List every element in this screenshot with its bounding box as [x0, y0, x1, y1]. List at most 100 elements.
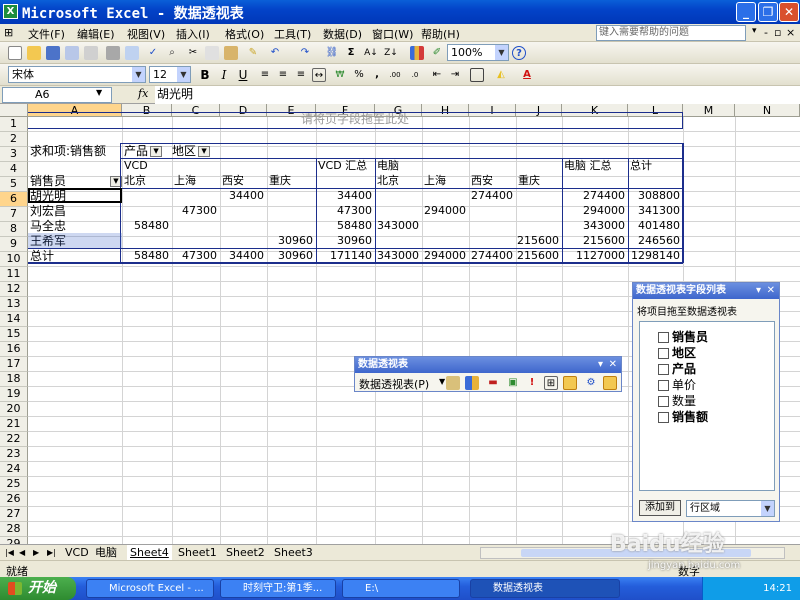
paste-icon[interactable]: [224, 46, 238, 60]
salesperson-name[interactable]: 马全忠: [30, 219, 66, 233]
row-header[interactable]: 22: [0, 432, 28, 447]
align-right-icon[interactable]: ≡: [294, 68, 308, 82]
pivot-value-cell[interactable]: 341300: [628, 204, 680, 218]
cut-icon[interactable]: ✂: [186, 46, 200, 60]
sheet-tab-sheet4[interactable]: Sheet4: [127, 545, 172, 560]
font-dropdown-icon[interactable]: ▼: [132, 67, 145, 82]
format-painter-icon[interactable]: ✎: [246, 46, 260, 60]
hyperlink-icon[interactable]: ⛓: [325, 46, 339, 60]
sheet-tab-vcd[interactable]: VCD: [62, 545, 92, 560]
restore-button[interactable]: ❐: [758, 2, 778, 22]
include-hidden-icon[interactable]: ⊞: [544, 376, 558, 390]
salesperson-name[interactable]: 刘宏昌: [30, 204, 66, 218]
pivot-value-cell[interactable]: 294000: [422, 204, 466, 218]
borders-icon[interactable]: [470, 68, 484, 82]
product-dropdown-icon[interactable]: ▼: [150, 146, 163, 157]
pivot-toolbar-close-icon[interactable]: ✕: [609, 357, 617, 373]
increase-decimal-icon[interactable]: .00: [388, 68, 402, 82]
percent-icon[interactable]: %: [352, 68, 366, 82]
pivot-value-cell[interactable]: 401480: [628, 219, 680, 233]
field-list-options-icon[interactable]: ▾: [756, 283, 761, 299]
pc-total-header[interactable]: 电脑 汇总: [564, 159, 612, 173]
pivot-value-cell[interactable]: 30960: [316, 234, 372, 248]
email-icon[interactable]: [84, 46, 98, 60]
increase-indent-icon[interactable]: ⇥: [448, 68, 462, 82]
field-list-title-bar[interactable]: 数据透视表字段列表 ▾ ✕: [633, 283, 779, 299]
row-header[interactable]: 26: [0, 492, 28, 507]
row-header[interactable]: 4: [0, 162, 28, 177]
spelling-icon[interactable]: ✓: [146, 46, 160, 60]
always-display-items-icon[interactable]: [563, 376, 577, 390]
autosum-icon[interactable]: Σ: [344, 46, 358, 60]
menu-view[interactable]: 视图(V): [127, 26, 165, 42]
sheet-tab-pc[interactable]: 电脑: [92, 545, 120, 560]
menu-file[interactable]: 文件(F): [28, 26, 65, 42]
font-select[interactable]: 宋体 ▼: [8, 66, 146, 83]
area-select[interactable]: 行区域 ▼: [686, 500, 775, 517]
decrease-decimal-icon[interactable]: .0: [408, 68, 422, 82]
grand-total-label[interactable]: 总计: [30, 249, 54, 263]
drawing-icon[interactable]: ✐: [430, 46, 444, 60]
row-header[interactable]: 7: [0, 207, 28, 222]
research-icon[interactable]: ⌕: [165, 46, 179, 60]
formula-input[interactable]: 胡光明: [155, 86, 800, 104]
column-field-region[interactable]: 地区 ▼: [172, 144, 211, 158]
field-list-item[interactable]: 产品: [658, 360, 696, 377]
doc-close-button[interactable]: ×: [786, 26, 795, 39]
region-header[interactable]: 西安: [471, 174, 493, 188]
row-header[interactable]: 2: [0, 132, 28, 147]
excel-app-icon[interactable]: X: [3, 4, 18, 19]
column-header-m[interactable]: M: [683, 104, 735, 117]
row-header[interactable]: 9: [0, 237, 28, 252]
name-box-dropdown-icon[interactable]: ▼: [96, 88, 102, 97]
menu-tools[interactable]: 工具(T): [274, 26, 311, 42]
refresh-data-icon[interactable]: !: [525, 376, 539, 390]
vcd-total-header[interactable]: VCD 汇总: [318, 159, 367, 173]
add-to-button[interactable]: 添加到: [639, 500, 681, 516]
pivot-menu-dropdown-icon[interactable]: ▼: [439, 377, 445, 386]
pivot-value-cell[interactable]: 215600: [562, 234, 625, 248]
field-settings-icon[interactable]: ⚙: [584, 376, 598, 390]
help-dropdown-icon[interactable]: ▾: [752, 26, 757, 36]
row-header[interactable]: 14: [0, 312, 28, 327]
next-sheet-icon[interactable]: ▶: [30, 545, 42, 560]
pivot-value-cell[interactable]: 30960: [267, 234, 313, 248]
print-icon[interactable]: [106, 46, 120, 60]
sort-asc-icon[interactable]: A↓: [364, 46, 378, 60]
last-sheet-icon[interactable]: ▶|: [44, 545, 59, 560]
menu-icon[interactable]: ⊞: [4, 26, 13, 39]
undo-icon[interactable]: ↶: [268, 46, 282, 60]
row-header[interactable]: 19: [0, 387, 28, 402]
pivot-value-cell[interactable]: 30960: [267, 249, 313, 263]
pivot-value-cell[interactable]: 58480: [316, 219, 372, 233]
pivot-value-cell[interactable]: 215600: [516, 234, 559, 248]
region-header[interactable]: 上海: [174, 174, 196, 188]
row-header[interactable]: 21: [0, 417, 28, 432]
sheet-tab-sheet3[interactable]: Sheet3: [271, 545, 316, 560]
pivot-value-cell[interactable]: 308800: [628, 189, 680, 203]
pivot-value-cell[interactable]: 34400: [316, 189, 372, 203]
row-header[interactable]: 3: [0, 147, 28, 162]
pivot-value-cell[interactable]: 274400: [562, 189, 625, 203]
pivot-toolbar-title-bar[interactable]: 数据透视表 ▾ ✕: [355, 357, 621, 373]
chart-wizard-icon[interactable]: [410, 46, 424, 60]
region-dropdown-icon[interactable]: ▼: [198, 146, 211, 157]
field-list-box[interactable]: 销售员 地区 产品 单价 数量 销售额: [639, 321, 775, 491]
taskbar-item-explorer[interactable]: E:\: [342, 579, 460, 598]
page-field-drop-zone[interactable]: 请将页字段拖至此处: [30, 112, 680, 126]
area-dropdown-icon[interactable]: ▼: [761, 501, 774, 516]
sheet-tab-sheet1[interactable]: Sheet1: [175, 545, 220, 560]
minimize-button[interactable]: _: [736, 2, 756, 22]
field-list-item[interactable]: 销售额: [658, 408, 708, 425]
sort-desc-icon[interactable]: Z↓: [384, 46, 398, 60]
menu-window[interactable]: 窗口(W): [372, 26, 413, 42]
pivot-value-cell[interactable]: 294000: [422, 249, 466, 263]
field-list-item[interactable]: 销售员: [658, 328, 708, 345]
taskbar-item-video[interactable]: 时刻守卫:第1季...: [220, 579, 336, 598]
region-header[interactable]: 西安: [222, 174, 244, 188]
redo-icon[interactable]: ↷: [298, 46, 312, 60]
row-header[interactable]: 28: [0, 522, 28, 537]
new-file-icon[interactable]: [8, 46, 22, 60]
pivot-value-cell[interactable]: 58480: [122, 219, 169, 233]
pivot-value-cell[interactable]: 47300: [172, 204, 217, 218]
